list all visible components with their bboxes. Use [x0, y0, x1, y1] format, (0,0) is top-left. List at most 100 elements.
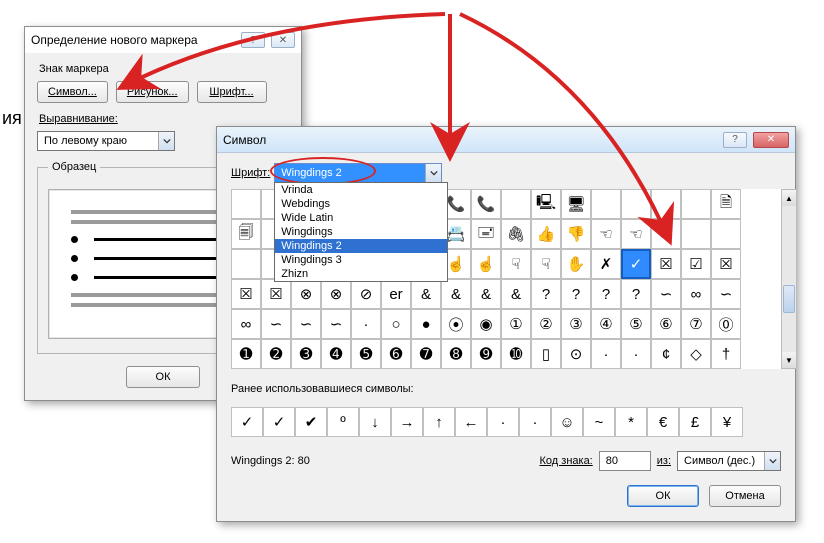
symbol-cell[interactable]: ☟	[531, 249, 561, 279]
from-value[interactable]	[678, 452, 764, 470]
symbol-cell[interactable]: ☜	[591, 219, 621, 249]
recent-symbol-cell[interactable]: ←	[455, 407, 487, 437]
scrollbar[interactable]: ▲ ▼	[781, 189, 797, 369]
symbol-cell[interactable]: ➒	[471, 339, 501, 369]
symbol-cell[interactable]: ➐	[411, 339, 441, 369]
image-button[interactable]: Рисунок...	[116, 81, 189, 103]
font-option[interactable]: Wide Latin	[275, 211, 447, 225]
recent-symbol-cell[interactable]: ↑	[423, 407, 455, 437]
symbol-cell[interactable]: ∽	[651, 279, 681, 309]
symbol-cell[interactable]: ➎	[351, 339, 381, 369]
symbol-cell[interactable]	[621, 189, 651, 219]
font-combo[interactable]: VrindaWebdingsWide LatinWingdingsWingdin…	[274, 163, 442, 183]
symbol-cell[interactable]: &	[471, 279, 501, 309]
symbol-cell[interactable]: ·	[591, 339, 621, 369]
recent-symbol-cell[interactable]: £	[679, 407, 711, 437]
symbol-button[interactable]: Символ...	[37, 81, 108, 103]
symbol-cell[interactable]: &	[411, 279, 441, 309]
symbol-cell[interactable]: ✗	[591, 249, 621, 279]
symbol-cell[interactable]: ⓪	[711, 309, 741, 339]
recent-symbol-cell[interactable]: º	[327, 407, 359, 437]
symbol-cell[interactable]: ➋	[261, 339, 291, 369]
scroll-thumb[interactable]	[783, 285, 795, 313]
symbol-cell[interactable]: ∽	[261, 309, 291, 339]
symbol-cell[interactable]: ⊗	[291, 279, 321, 309]
symbol-cell[interactable]	[711, 219, 741, 249]
symbol-cell[interactable]: ·	[621, 339, 651, 369]
symbol-cell[interactable]: ➑	[441, 339, 471, 369]
symbol-cell[interactable]: ✓	[621, 249, 651, 279]
help-button[interactable]: ?	[723, 132, 747, 148]
chevron-down-icon[interactable]	[764, 452, 780, 470]
alignment-combo[interactable]	[37, 131, 175, 151]
font-option[interactable]: Vrinda	[275, 183, 447, 197]
alignment-value[interactable]	[38, 132, 158, 150]
font-value[interactable]	[275, 164, 425, 182]
symbol-cell[interactable]: ☟	[501, 249, 531, 279]
symbol-cell[interactable]: ☜	[621, 219, 651, 249]
symbol-cell[interactable]: ✋	[561, 249, 591, 279]
symbol-cell[interactable]	[231, 249, 261, 279]
symbol-cell[interactable]: ∽	[321, 309, 351, 339]
recent-symbol-cell[interactable]: ✓	[231, 407, 263, 437]
ok-button[interactable]: ОК	[126, 366, 200, 388]
code-input[interactable]	[599, 451, 651, 471]
symbol-cell[interactable]: &	[501, 279, 531, 309]
from-combo[interactable]	[677, 451, 781, 471]
font-option[interactable]: Zhizn	[275, 267, 447, 281]
recent-symbol-cell[interactable]: ¥	[711, 407, 743, 437]
recent-symbol-cell[interactable]: ✓	[263, 407, 295, 437]
symbol-cell[interactable]	[231, 189, 261, 219]
symbol-cell[interactable]: 🖳	[531, 189, 561, 219]
symbol-cell[interactable]: ∞	[681, 279, 711, 309]
recent-symbols-row[interactable]: ✓✓✔º↓→↑←··☺~*€£¥	[231, 407, 781, 437]
symbol-cell[interactable]: ●	[411, 309, 441, 339]
symbol-cell[interactable]: ?	[561, 279, 591, 309]
recent-symbol-cell[interactable]: *	[615, 407, 647, 437]
symbol-cell[interactable]: ∽	[711, 279, 741, 309]
symbol-cell[interactable]: 🖥	[561, 189, 591, 219]
recent-symbol-cell[interactable]: ☺	[551, 407, 583, 437]
symbol-cell[interactable]: ⑤	[621, 309, 651, 339]
chevron-down-icon[interactable]	[158, 132, 174, 150]
recent-symbol-cell[interactable]: ✔	[295, 407, 327, 437]
font-option[interactable]: Wingdings	[275, 225, 447, 239]
symbol-cell[interactable]: ☒	[651, 249, 681, 279]
symbol-cell[interactable]: 🗐	[231, 219, 261, 249]
ok-button[interactable]: ОК	[627, 485, 699, 507]
symbol-cell[interactable]: ∞	[231, 309, 261, 339]
symbol-cell[interactable]: ⦿	[441, 309, 471, 339]
close-button[interactable]: ✕	[753, 132, 789, 148]
symbol-cell[interactable]	[681, 189, 711, 219]
symbol-cell[interactable]: ⊙	[561, 339, 591, 369]
symbol-cell[interactable]: ◉	[471, 309, 501, 339]
recent-symbol-cell[interactable]: ·	[487, 407, 519, 437]
symbol-cell[interactable]: ∽	[291, 309, 321, 339]
symbol-cell[interactable]: ?	[591, 279, 621, 309]
symbol-cell[interactable]: ③	[561, 309, 591, 339]
font-option[interactable]: Wingdings 2	[275, 239, 447, 253]
symbol-cell[interactable]: ➓	[501, 339, 531, 369]
symbol-cell[interactable]: ☒	[231, 279, 261, 309]
symbol-cell[interactable]: ☝	[471, 249, 501, 279]
symbol-cell[interactable]: ?	[531, 279, 561, 309]
symbol-cell[interactable]: 👍	[531, 219, 561, 249]
symbol-cell[interactable]: ➍	[321, 339, 351, 369]
symbol-cell[interactable]: 🖃	[471, 219, 501, 249]
symbol-cell[interactable]: ⑦	[681, 309, 711, 339]
font-option[interactable]: Webdings	[275, 197, 447, 211]
recent-symbol-cell[interactable]: ·	[519, 407, 551, 437]
scroll-up-icon[interactable]: ▲	[782, 190, 796, 206]
recent-symbol-cell[interactable]: €	[647, 407, 679, 437]
symbol-cell[interactable]: ☒	[711, 249, 741, 279]
symbol-cell[interactable]: ○	[381, 309, 411, 339]
symbol-cell[interactable]: ②	[531, 309, 561, 339]
recent-symbol-cell[interactable]: →	[391, 407, 423, 437]
symbol-cell[interactable]: †	[711, 339, 741, 369]
cancel-button[interactable]: Отмена	[709, 485, 781, 507]
symbol-cell[interactable]: ☑	[681, 249, 711, 279]
help-button[interactable]: ?	[241, 32, 265, 48]
symbol-cell[interactable]: ☞	[651, 219, 681, 249]
symbol-cell[interactable]: ?	[621, 279, 651, 309]
symbol-cell[interactable]: 🗎	[711, 189, 741, 219]
